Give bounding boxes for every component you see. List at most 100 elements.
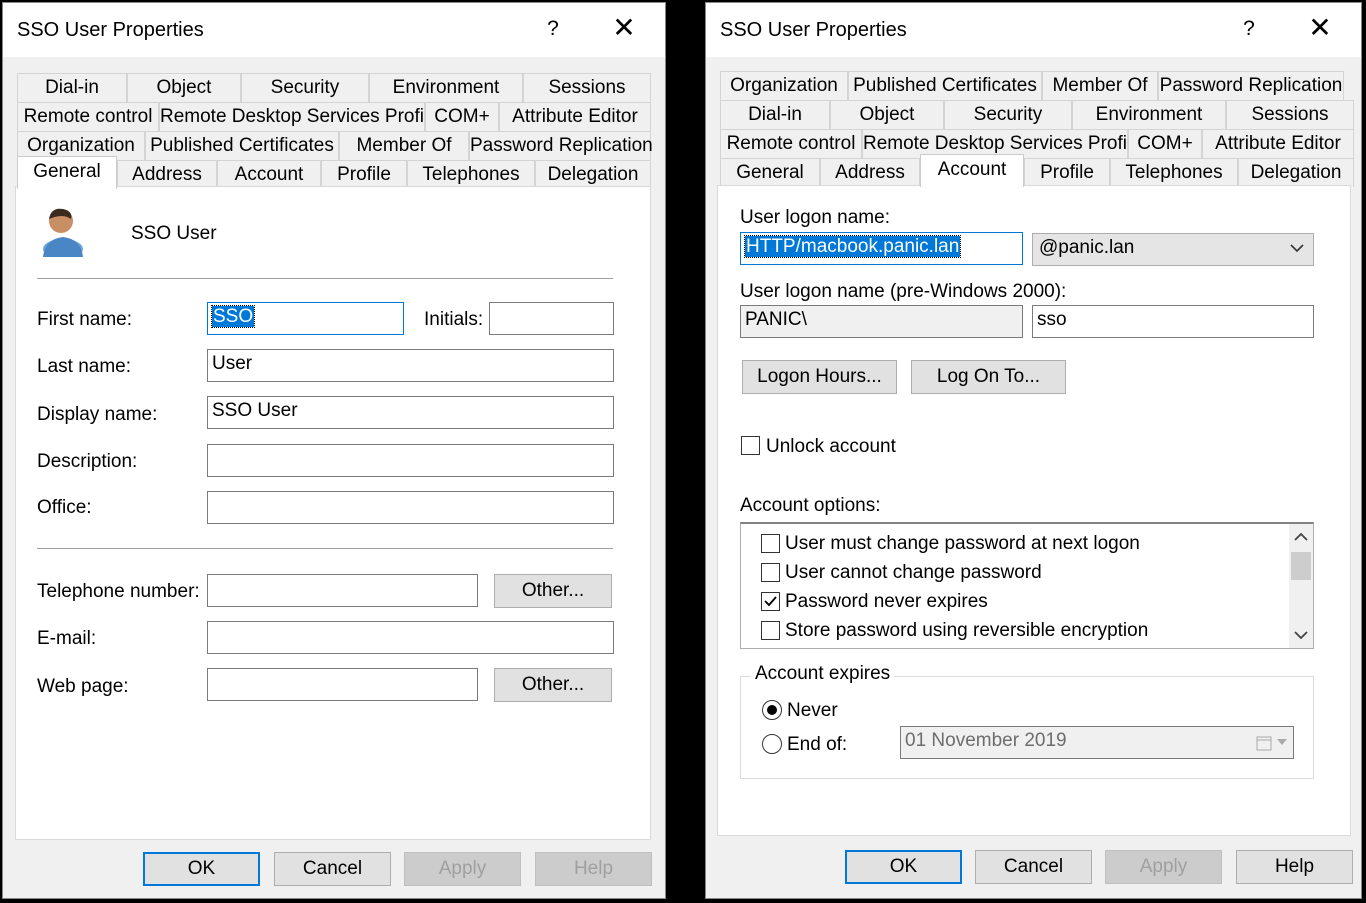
help-title-button[interactable]: ? [541,17,565,41]
account-options-label: Account options: [740,495,881,516]
tab-remote-control[interactable]: Remote control [17,102,159,131]
first-name-value: SSO [210,305,256,328]
tab-telephones[interactable]: Telephones [407,160,535,189]
tab-object[interactable]: Object [830,100,944,129]
account-option-checkbox[interactable] [761,534,780,553]
tab-row: Remote control Remote Desktop Services Pr… [17,102,651,131]
tab-attribute-editor[interactable]: Attribute Editor [1202,129,1354,158]
tab-telephones[interactable]: Telephones [1110,158,1238,187]
tab-row: Dial-in Object Security Environment Sessions [720,100,1354,129]
pre2000-domain-field: PANIC\ [740,305,1023,338]
tab-row: General Address Account Profile Telephones De… [17,156,651,189]
tab-organization[interactable]: Organization [720,71,848,100]
help-title-button[interactable]: ? [1237,17,1261,41]
left-titlebar: SSO User Properties ? ✕ [3,3,665,57]
tab-remote-control[interactable]: Remote control [720,129,862,158]
tab-sessions[interactable]: Sessions [1226,100,1354,129]
tab-member-of[interactable]: Member Of [1042,71,1158,100]
account-option-checkbox[interactable] [761,592,780,611]
telephone-other-button[interactable]: Other... [494,574,612,608]
tab-published-certificates[interactable]: Published Certificates [145,131,339,160]
end-of-radio[interactable] [762,734,782,754]
office-label: Office: [37,497,92,518]
tab-attribute-editor[interactable]: Attribute Editor [499,102,651,131]
tab-delegation[interactable]: Delegation [535,160,651,189]
web-page-other-button[interactable]: Other... [494,668,612,702]
ok-button[interactable]: OK [143,852,260,886]
tab-dial-in[interactable]: Dial-in [720,100,830,129]
tab-address[interactable]: Address [117,160,217,189]
dialog-title: SSO User Properties [720,19,907,41]
end-of-label: End of: [787,734,848,755]
help-button[interactable]: Help [1236,850,1353,884]
tab-security[interactable]: Security [944,100,1072,129]
description-label: Description: [37,451,138,472]
account-option-checkbox[interactable] [761,563,780,582]
close-button[interactable]: ✕ [609,13,639,43]
tab-address[interactable]: Address [820,158,920,187]
tab-sessions[interactable]: Sessions [523,73,651,102]
initials-field[interactable] [489,302,614,335]
right-titlebar: SSO User Properties ? ✕ [706,3,1361,57]
tab-account[interactable]: Account [920,154,1024,187]
account-option-label: Password never expires [785,591,988,612]
logon-hours-button[interactable]: Logon Hours... [742,360,897,394]
tab-com[interactable]: COM+ [425,102,499,131]
last-name-label: Last name: [37,356,131,377]
account-options-scrollbar[interactable] [1289,524,1313,648]
tab-profile[interactable]: Profile [321,160,407,189]
tab-row: General Address Account Profile Telephones De… [720,154,1354,187]
domain-suffix-dropdown[interactable]: @panic.lan [1032,233,1314,266]
apply-button[interactable]: Apply [404,852,521,886]
email-label: E-mail: [37,628,97,649]
tab-object[interactable]: Object [127,73,241,102]
close-button[interactable]: ✕ [1305,13,1335,43]
cancel-button[interactable]: Cancel [274,852,391,886]
scroll-thumb[interactable] [1291,552,1311,580]
account-option-checkbox[interactable] [761,621,780,640]
unlock-account-checkbox[interactable] [741,436,760,455]
tab-general[interactable]: General [17,156,117,189]
tab-delegation[interactable]: Delegation [1238,158,1354,187]
log-on-to-button[interactable]: Log On To... [911,360,1066,394]
web-page-field[interactable] [207,668,478,701]
help-button[interactable]: Help [535,852,652,886]
cancel-button[interactable]: Cancel [975,850,1092,884]
tab-general[interactable]: General [720,158,820,187]
tab-dial-in[interactable]: Dial-in [17,73,127,102]
email-field[interactable] [207,621,614,654]
last-name-field[interactable]: User [207,349,614,382]
tab-published-certificates[interactable]: Published Certificates [848,71,1042,100]
account-options-list[interactable]: User must change password at next logon U… [740,522,1314,649]
tab-password-replication[interactable]: Password Replication [1158,71,1344,100]
account-option-label: Store password using reversible encrypti… [785,620,1149,641]
user-display-name: SSO User [131,223,217,244]
telephone-field[interactable] [207,574,478,607]
scroll-down-icon[interactable] [1294,630,1308,640]
apply-button[interactable]: Apply [1105,850,1222,884]
display-name-field[interactable]: SSO User [207,396,614,429]
never-radio[interactable] [762,700,782,720]
first-name-field[interactable]: SSO [207,302,404,335]
scroll-up-icon[interactable] [1294,532,1308,542]
tab-password-replication[interactable]: Password Replication [469,131,653,160]
tab-member-of[interactable]: Member Of [339,131,469,160]
pre2000-user-field[interactable]: sso [1032,305,1314,338]
tab-remote-desktop-services-profile[interactable]: Remote Desktop Services Profile [159,102,439,131]
ok-button[interactable]: OK [845,850,962,884]
tab-account[interactable]: Account [217,160,321,189]
tab-environment[interactable]: Environment [1072,100,1226,129]
tab-security[interactable]: Security [241,73,369,102]
tab-profile[interactable]: Profile [1024,158,1110,187]
tab-environment[interactable]: Environment [369,73,523,102]
pre2000-label: User logon name (pre-Windows 2000): [740,281,1067,302]
account-option-label: User must change password at next logon [785,533,1140,554]
office-field[interactable] [207,491,614,524]
never-label: Never [787,700,838,721]
description-field[interactable] [207,444,614,477]
right-properties-dialog: SSO User Properties ? ✕ Organization Publ… [705,2,1362,899]
radio-selected-dot [767,705,777,715]
end-date-value: 01 November 2019 [905,730,1067,751]
logon-name-field[interactable]: HTTP/macbook.panic.lan [740,232,1023,265]
tab-com[interactable]: COM+ [1128,129,1202,158]
